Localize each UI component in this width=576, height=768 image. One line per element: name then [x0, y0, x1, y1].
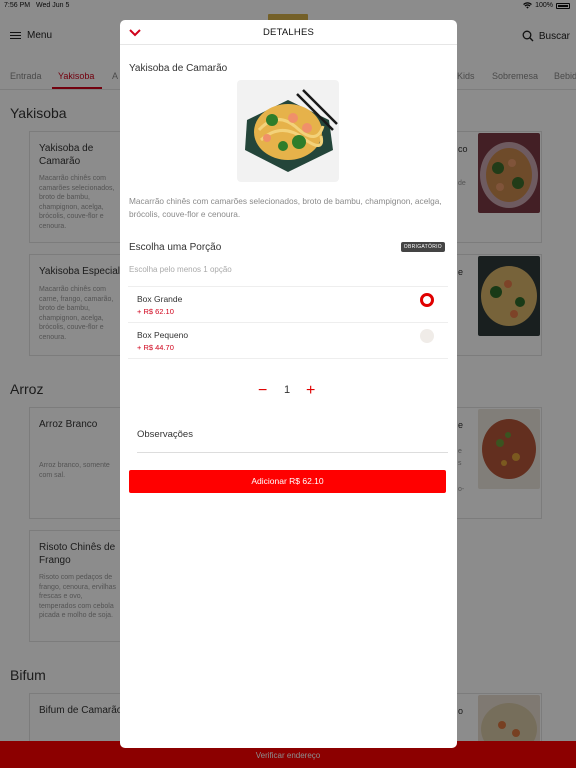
option-box-grande[interactable]: Box Grande + R$ 62.10: [128, 286, 448, 322]
product-name: Yakisoba de Camarão: [129, 63, 228, 74]
required-badge: OBRIGATÓRIO: [400, 242, 445, 252]
option-name: Box Pequeno: [137, 330, 189, 340]
product-description: Macarrão chinês com camarões selecionado…: [129, 196, 442, 219]
radio-unselected[interactable]: [420, 329, 434, 343]
increase-quantity-button[interactable]: +: [306, 383, 315, 399]
portion-title: Escolha uma Porção: [129, 242, 222, 253]
notes-underline: [137, 452, 448, 453]
modal-header: DETALHES: [120, 20, 457, 45]
option-name: Box Grande: [137, 294, 183, 304]
divider: [128, 358, 448, 359]
add-to-cart-button[interactable]: Adicionar R$ 62.10: [129, 470, 446, 493]
add-button-label: Adicionar R$ 62.10: [251, 476, 324, 486]
product-details-modal: DETALHES Yakisoba de Camarão Macarrão ch…: [120, 20, 457, 748]
option-price: + R$ 62.10: [137, 307, 174, 316]
option-box-pequeno[interactable]: Box Pequeno + R$ 44.70: [128, 322, 448, 358]
quantity-value: 1: [284, 384, 291, 396]
portion-hint: Escolha pelo menos 1 opção: [129, 265, 232, 274]
modal-title: DETALHES: [262, 27, 315, 38]
decrease-quantity-button[interactable]: −: [258, 383, 267, 399]
product-photo: [237, 80, 339, 182]
radio-selected[interactable]: [420, 293, 434, 307]
notes-field[interactable]: Observações: [137, 429, 193, 440]
option-price: + R$ 44.70: [137, 343, 174, 352]
